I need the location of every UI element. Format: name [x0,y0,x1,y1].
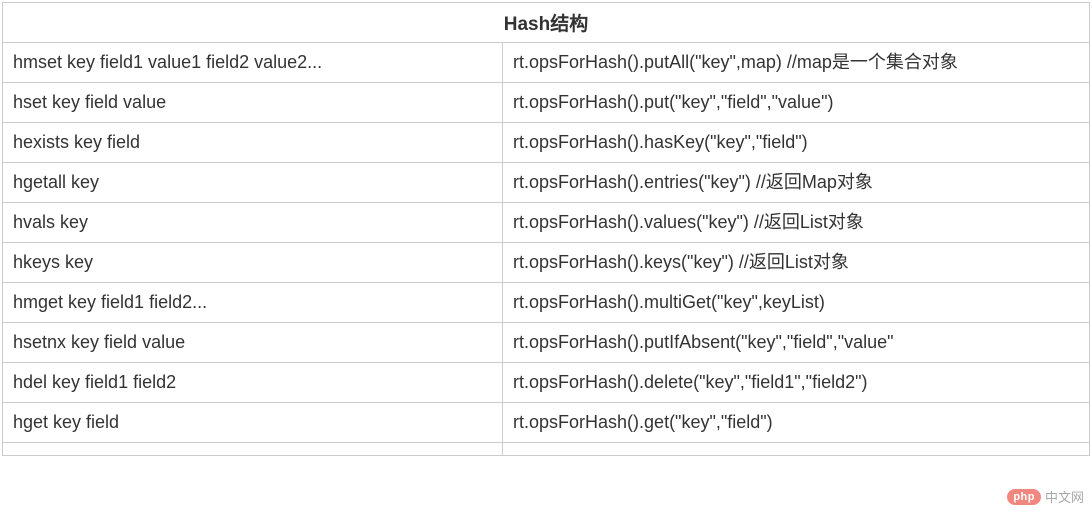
site-watermark: php 中文网 [1007,487,1084,506]
watermark-badge: php [1007,489,1041,505]
redis-command-cell: hmset key field1 value1 field2 value2... [3,43,503,83]
table-row: hkeys key rt.opsForHash().keys("key") //… [3,243,1090,283]
table-row: hset key field value rt.opsForHash().put… [3,83,1090,123]
table-row: hmget key field1 field2... rt.opsForHash… [3,283,1090,323]
redis-command-cell [3,443,503,456]
table-row: hmset key field1 value1 field2 value2...… [3,43,1090,83]
redis-command-cell: hgetall key [3,163,503,203]
redis-command-cell: hset key field value [3,83,503,123]
hash-commands-table: Hash结构 hmset key field1 value1 field2 va… [2,2,1090,456]
java-method-cell: rt.opsForHash().put("key","field","value… [503,83,1090,123]
table-row: hgetall key rt.opsForHash().entries("key… [3,163,1090,203]
redis-command-cell: hget key field [3,403,503,443]
java-method-cell: rt.opsForHash().delete("key","field1","f… [503,363,1090,403]
table-header: Hash结构 [3,3,1090,43]
java-method-cell: rt.opsForHash().multiGet("key",keyList) [503,283,1090,323]
table-row: hsetnx key field value rt.opsForHash().p… [3,323,1090,363]
redis-command-cell: hvals key [3,203,503,243]
java-method-cell: rt.opsForHash().entries("key") //返回Map对象 [503,163,1090,203]
table-body: hmset key field1 value1 field2 value2...… [3,43,1090,456]
java-method-cell: rt.opsForHash().putAll("key",map) //map是… [503,43,1090,83]
redis-command-cell: hmget key field1 field2... [3,283,503,323]
table-row: hget key field rt.opsForHash().get("key"… [3,403,1090,443]
java-method-cell: rt.opsForHash().hasKey("key","field") [503,123,1090,163]
table-row: hexists key field rt.opsForHash().hasKey… [3,123,1090,163]
redis-command-cell: hexists key field [3,123,503,163]
table-row: hdel key field1 field2 rt.opsForHash().d… [3,363,1090,403]
java-method-cell: rt.opsForHash().values("key") //返回List对象 [503,203,1090,243]
table-row: hvals key rt.opsForHash().values("key") … [3,203,1090,243]
java-method-cell: rt.opsForHash().putIfAbsent("key","field… [503,323,1090,363]
redis-command-cell: hkeys key [3,243,503,283]
java-method-cell [503,443,1090,456]
java-method-cell: rt.opsForHash().get("key","field") [503,403,1090,443]
redis-command-cell: hsetnx key field value [3,323,503,363]
watermark-text: 中文网 [1045,487,1084,506]
java-method-cell: rt.opsForHash().keys("key") //返回List对象 [503,243,1090,283]
table-row [3,443,1090,456]
redis-command-cell: hdel key field1 field2 [3,363,503,403]
